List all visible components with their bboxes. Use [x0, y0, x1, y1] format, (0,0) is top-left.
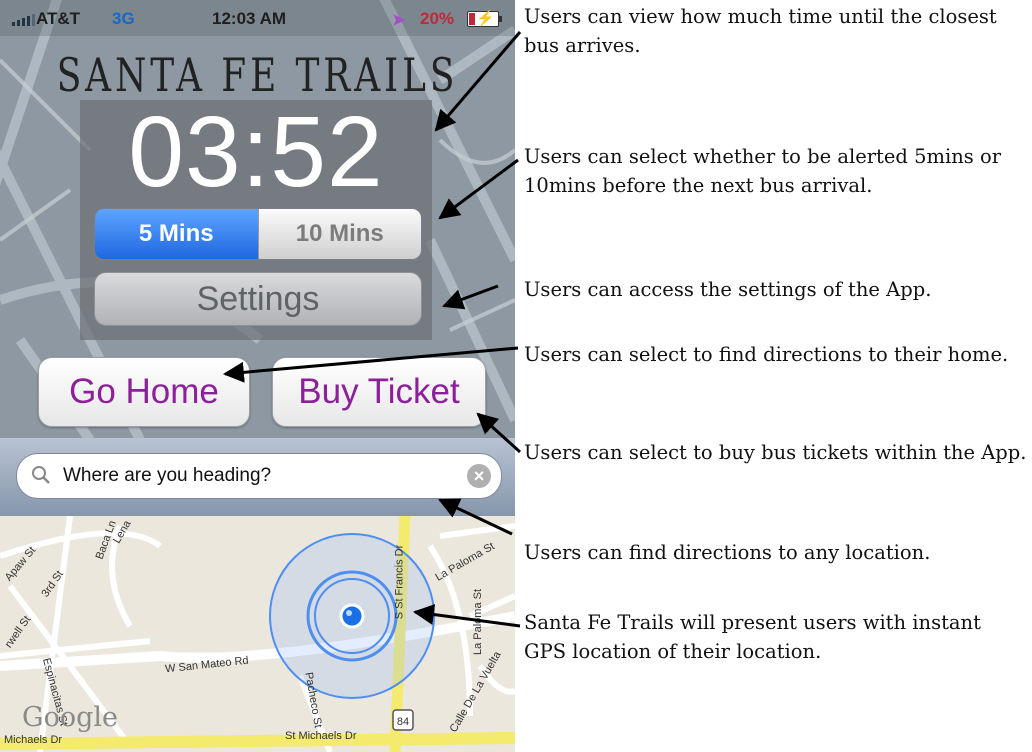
status-bar: AT&T 3G 12:03 AM ➤ 20% ⚡ [0, 0, 515, 36]
buy-ticket-button[interactable]: Buy Ticket [272, 357, 486, 427]
alert-interval-segmented-control: 5 Mins 10 Mins [94, 208, 422, 260]
annotation-alert-interval: Users can select whether to be alerted 5… [524, 145, 1002, 197]
network-label: 3G [112, 9, 135, 28]
annotation-countdown: Users can view how much time until the c… [524, 5, 997, 57]
route-84-marker: 84 [397, 716, 409, 728]
annotation-gps: Santa Fe Trails will present users with … [524, 611, 981, 663]
carrier-label: AT&T [36, 9, 81, 28]
alert-5-mins-segment[interactable]: 5 Mins [95, 209, 258, 259]
map-view[interactable]: 84 Baca Ln Lena Apaw St 3rd St rwell St … [0, 516, 515, 752]
signal-bars-icon [12, 14, 35, 26]
phone-screen: AT&T 3G 12:03 AM ➤ 20% ⚡ SANTA FE TRAILS… [0, 0, 515, 752]
countdown-panel: 03:52 5 Mins 10 Mins Settings [80, 100, 432, 340]
alert-10-mins-segment[interactable]: 10 Mins [257, 209, 421, 259]
annotation-go-home: Users can select to find directions to t… [524, 343, 1009, 366]
battery-percent: 20% [420, 9, 455, 28]
annotation-search: Users can find directions to any locatio… [524, 541, 931, 564]
annotation-settings: Users can access the settings of the App… [524, 278, 932, 301]
battery-charging-icon: ⚡ [467, 10, 502, 27]
street-label: La Paloma St [472, 588, 485, 656]
search-field[interactable]: Where are you heading? × [16, 453, 502, 499]
annotation-buy-ticket: Users can select to buy bus tickets with… [524, 441, 1027, 464]
search-bar: Where are you heading? × [0, 438, 515, 516]
street-label: St Michaels Dr [285, 730, 357, 742]
search-input[interactable]: Where are you heading? [63, 465, 271, 487]
go-home-button[interactable]: Go Home [38, 357, 250, 427]
street-label: Michaels Dr [4, 734, 63, 746]
bus-countdown-timer: 03:52 [128, 96, 384, 208]
google-attribution-logo: Google [22, 702, 118, 733]
street-label: S St Francis Dr [393, 544, 406, 620]
status-time: 12:03 AM [212, 9, 287, 28]
clear-search-icon[interactable]: × [467, 464, 491, 488]
location-arrow-icon: ➤ [392, 12, 406, 29]
app-logo: SANTA FE TRAILS [56, 48, 459, 102]
search-icon [32, 466, 50, 484]
settings-button[interactable]: Settings [94, 272, 422, 326]
